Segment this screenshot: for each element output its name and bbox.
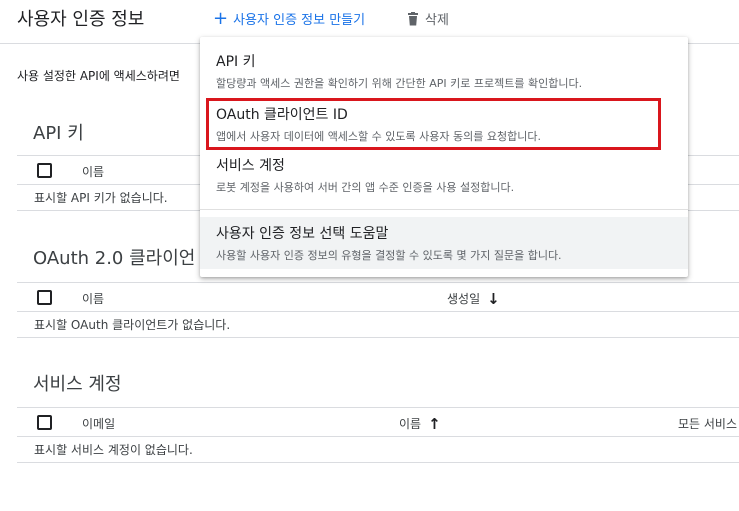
menu-item-desc: 할당량과 액세스 권한을 확인하기 위해 간단한 API 키로 프로젝트를 확인… bbox=[216, 77, 583, 90]
column-all-services[interactable]: 모든 서비스 bbox=[678, 415, 737, 432]
select-all-checkbox[interactable] bbox=[37, 415, 52, 430]
delete-button[interactable]: 삭제 bbox=[406, 9, 449, 28]
service-accounts-section-title: 서비스 계정 bbox=[33, 374, 122, 395]
menu-item-title: API 키 bbox=[216, 54, 256, 70]
oauth-section-title: OAuth 2.0 클라이언 bbox=[33, 248, 196, 269]
column-name[interactable]: 이름 ↑ bbox=[399, 415, 441, 432]
column-name[interactable]: 이름 bbox=[82, 163, 104, 180]
menu-item-desc: 사용할 사용자 인증 정보의 유형을 결정할 수 있도록 몇 가지 질문을 합니… bbox=[216, 249, 562, 262]
menu-item-title: 사용자 인증 정보 선택 도움말 bbox=[216, 226, 389, 242]
create-credentials-button[interactable]: + 사용자 인증 정보 만들기 bbox=[213, 9, 365, 28]
oauth-table-header: 이름 생성일 ↓ bbox=[17, 282, 739, 312]
select-all-checkbox[interactable] bbox=[37, 163, 52, 178]
highlight-box bbox=[206, 98, 661, 150]
menu-item-desc: 로봇 계정을 사용하여 서버 간의 앱 수준 인증을 사용 설정합니다. bbox=[216, 181, 515, 194]
delete-label: 삭제 bbox=[425, 13, 449, 28]
page-title: 사용자 인증 정보 bbox=[17, 9, 145, 30]
select-all-checkbox[interactable] bbox=[37, 290, 52, 305]
service-accounts-table-header: 이메일 이름 ↑ 모든 서비스 bbox=[17, 407, 739, 437]
arrow-up-icon: ↑ bbox=[428, 414, 441, 433]
column-email[interactable]: 이메일 bbox=[82, 415, 115, 432]
menu-item-title: 서비스 계정 bbox=[216, 158, 285, 174]
create-credentials-label: 사용자 인증 정보 만들기 bbox=[233, 13, 366, 28]
plus-icon: + bbox=[213, 7, 229, 29]
column-name[interactable]: 이름 bbox=[82, 290, 104, 307]
oauth-empty-row: 표시할 OAuth 클라이언트가 없습니다. bbox=[17, 312, 739, 338]
menu-divider bbox=[200, 209, 688, 210]
trash-icon bbox=[408, 11, 418, 25]
intro-text: 사용 설정한 API에 액세스하려면 bbox=[17, 69, 180, 83]
api-keys-section-title: API 키 bbox=[33, 123, 84, 144]
menu-item-help-choose[interactable]: 사용자 인증 정보 선택 도움말 사용할 사용자 인증 정보의 유형을 결정할 … bbox=[200, 217, 688, 269]
arrow-down-icon: ↓ bbox=[487, 289, 500, 308]
column-created-date[interactable]: 생성일 ↓ bbox=[447, 290, 500, 307]
service-accounts-empty-row: 표시할 서비스 계정이 없습니다. bbox=[17, 437, 739, 463]
menu-item-api-key[interactable]: API 키 할당량과 액세스 권한을 확인하기 위해 간단한 API 키로 프로… bbox=[200, 51, 688, 91]
create-credentials-menu: API 키 할당량과 액세스 권한을 확인하기 위해 간단한 API 키로 프로… bbox=[200, 37, 688, 277]
menu-item-service-account[interactable]: 서비스 계정 로봇 계정을 사용하여 서버 간의 앱 수준 인증을 사용 설정합… bbox=[200, 155, 688, 195]
